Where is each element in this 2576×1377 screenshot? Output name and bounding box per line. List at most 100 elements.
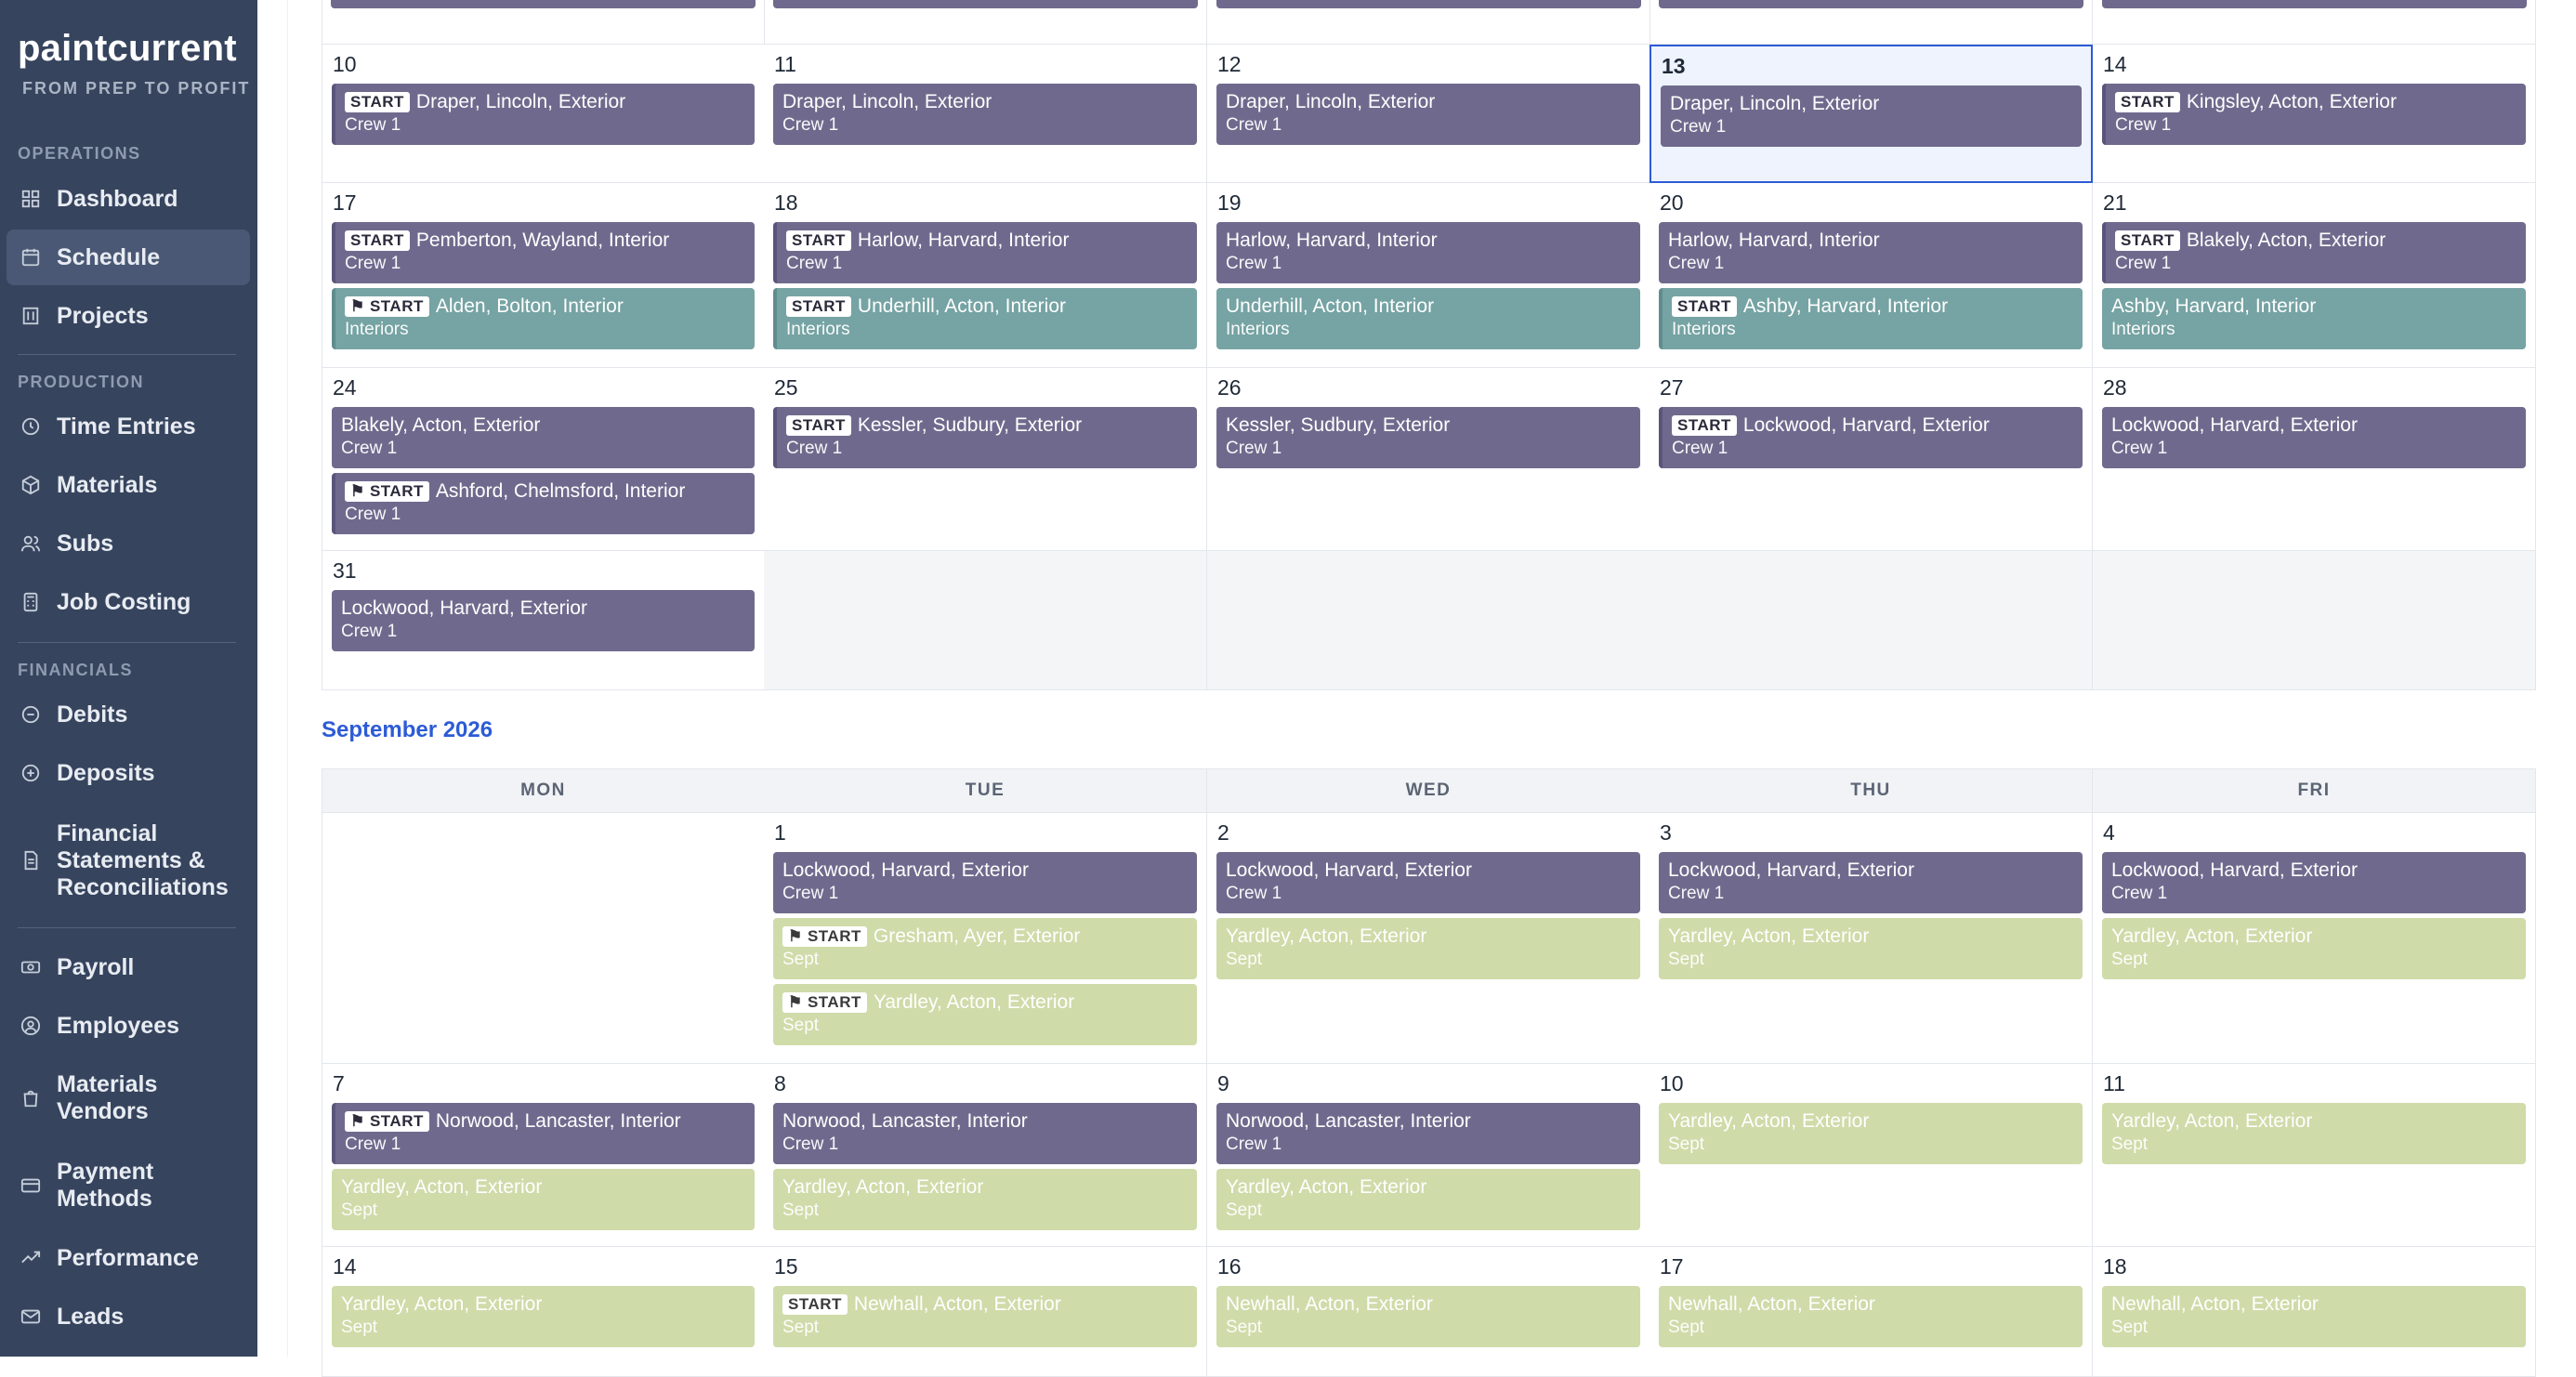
calendar-day[interactable]: 11 Draper, Lincoln, Exterior Crew 1 bbox=[764, 45, 1207, 183]
calendar-event[interactable]: Yardley, Acton, Exterior Sept bbox=[332, 1169, 755, 1230]
calendar-event[interactable]: Yardley, Acton, Exterior Sept bbox=[1216, 1169, 1640, 1230]
calendar-day[interactable]: 27 START Lockwood, Harvard, Exterior Crew 1 bbox=[1649, 368, 2093, 551]
calendar-event[interactable]: Ashby, Harvard, Interior Interiors bbox=[2102, 288, 2526, 349]
calendar-day[interactable]: 24 Blakely, Acton, Exterior Crew 1 ⚑ START A… bbox=[322, 368, 765, 551]
calendar-icon bbox=[20, 246, 42, 269]
calendar-event[interactable]: Draper, Lincoln, Exterior Crew 1 bbox=[1216, 84, 1640, 145]
calendar-day[interactable]: 20 Harlow, Harvard, Interior Crew 1 START As… bbox=[1649, 183, 2093, 368]
event-crew: Sept bbox=[341, 1318, 378, 1337]
sidebar-item-debits[interactable]: Debits bbox=[7, 700, 250, 729]
calendar-day[interactable] bbox=[322, 813, 765, 1064]
calendar-day[interactable]: 19 Harlow, Harvard, Interior Crew 1 Underhi… bbox=[1207, 183, 1650, 368]
calendar-event[interactable]: Yardley, Acton, Exterior Sept bbox=[1659, 1103, 2083, 1164]
calendar-day[interactable]: 14 START Kingsley, Acton, Exterior Crew 1 bbox=[2093, 45, 2536, 183]
calendar-event[interactable]: START Underhill, Acton, Interior Interiors bbox=[773, 288, 1197, 349]
day-number: 18 bbox=[774, 190, 798, 215]
calendar-event[interactable]: START Lockwood, Harvard, Exterior Crew 1 bbox=[1659, 407, 2083, 468]
calendar-event[interactable]: START Pemberton, Wayland, Interior Crew 1 bbox=[332, 222, 755, 283]
calendar-event[interactable]: START Harlow, Harvard, Interior Crew 1 bbox=[773, 222, 1197, 283]
event-title-row: Yardley, Acton, Exterior bbox=[2111, 925, 2517, 949]
calendar-event[interactable]: Newhall, Acton, Exterior Sept bbox=[1216, 1286, 1640, 1347]
calendar-day[interactable]: 17 START Pemberton, Wayland, Interior Crew … bbox=[322, 183, 765, 368]
start-badge: START bbox=[786, 415, 851, 436]
calendar-event[interactable]: START Kingsley, Acton, Exterior Crew 1 bbox=[2102, 84, 2526, 145]
calendar-event[interactable]: Yardley, Acton, Exterior Sept bbox=[2102, 1103, 2526, 1164]
calendar-event[interactable]: Yardley, Acton, Exterior Sept bbox=[1216, 918, 1640, 979]
calendar-event[interactable]: START Newhall, Acton, Exterior Sept bbox=[773, 1286, 1197, 1347]
sidebar-item-subs[interactable]: Subs bbox=[7, 529, 250, 558]
calendar-event[interactable]: Blakely, Acton, Exterior Crew 1 bbox=[332, 407, 755, 468]
calendar-event[interactable]: Yardley, Acton, Exterior Sept bbox=[332, 1286, 755, 1347]
calendar-day[interactable]: 3 Lockwood, Harvard, Exterior Crew 1 Yardle… bbox=[1649, 813, 2093, 1064]
calendar-day[interactable]: 2 Lockwood, Harvard, Exterior Crew 1 Yardle… bbox=[1207, 813, 1650, 1064]
calendar-event[interactable]: Newhall, Acton, Exterior Sept bbox=[2102, 1286, 2526, 1347]
calendar-event[interactable]: Draper, Lincoln, Exterior Crew 1 bbox=[773, 84, 1197, 145]
calendar-day[interactable]: 7 ⚑ START Norwood, Lancaster, Interior Crew… bbox=[322, 1064, 765, 1247]
event-title: Draper, Lincoln, Exterior bbox=[782, 91, 992, 112]
calendar-event[interactable]: START Draper, Lincoln, Exterior Crew 1 bbox=[332, 84, 755, 145]
calendar-event[interactable]: Underhill, Acton, Interior Interiors bbox=[1216, 288, 1640, 349]
calendar-day[interactable]: 28 Lockwood, Harvard, Exterior Crew 1 bbox=[2093, 368, 2536, 551]
calendar-day[interactable]: 21 START Blakely, Acton, Exterior Crew 1 Ash… bbox=[2093, 183, 2536, 368]
calendar-event[interactable]: Newhall, Acton, Exterior Sept bbox=[1659, 1286, 2083, 1347]
sidebar-item-dashboard[interactable]: Dashboard bbox=[7, 184, 250, 214]
calendar-event[interactable]: Norwood, Lancaster, Interior Crew 1 bbox=[773, 1103, 1197, 1164]
calendar-day[interactable]: 18 START Harlow, Harvard, Interior Crew 1 ST… bbox=[764, 183, 1207, 368]
calendar-event[interactable]: ⚑ START Gresham, Ayer, Exterior Sept bbox=[773, 918, 1197, 979]
calendar-day[interactable]: 1 Lockwood, Harvard, Exterior Crew 1 ⚑ STAR… bbox=[764, 813, 1207, 1064]
sidebar-item-financial-statements[interactable]: Financial Statements & Reconciliations bbox=[7, 819, 250, 902]
calendar-event[interactable]: Yardley, Acton, Exterior Sept bbox=[2102, 918, 2526, 979]
calendar-day[interactable]: 17 Newhall, Acton, Exterior Sept bbox=[1649, 1247, 2093, 1377]
calendar-event[interactable]: START Blakely, Acton, Exterior Crew 1 bbox=[2102, 222, 2526, 283]
calendar-event[interactable]: Lockwood, Harvard, Exterior Crew 1 bbox=[1216, 852, 1640, 913]
calendar-day[interactable]: 12 Draper, Lincoln, Exterior Crew 1 bbox=[1207, 45, 1650, 183]
calendar-event[interactable]: Yardley, Acton, Exterior Sept bbox=[773, 1169, 1197, 1230]
calendar-event[interactable]: Lockwood, Harvard, Exterior Crew 1 bbox=[2102, 852, 2526, 913]
calendar-event[interactable]: Lockwood, Harvard, Exterior Crew 1 bbox=[1659, 852, 2083, 913]
calendar-day[interactable]: 4 Lockwood, Harvard, Exterior Crew 1 Yardle… bbox=[2093, 813, 2536, 1064]
sidebar-item-employees[interactable]: Employees bbox=[7, 1011, 250, 1041]
calendar-day[interactable]: 25 START Kessler, Sudbury, Exterior Crew 1 bbox=[764, 368, 1207, 551]
calendar-day[interactable]: 18 Newhall, Acton, Exterior Sept bbox=[2093, 1247, 2536, 1377]
calendar-event[interactable]: ⚑ START Norwood, Lancaster, Interior Crew … bbox=[332, 1103, 755, 1164]
calendar-day[interactable]: 31 Lockwood, Harvard, Exterior Crew 1 bbox=[322, 551, 765, 690]
sidebar-item-payment-methods[interactable]: Payment Methods bbox=[7, 1157, 250, 1214]
calendar-event[interactable]: ⚑ START Yardley, Acton, Exterior Sept bbox=[773, 984, 1197, 1045]
sidebar-item-performance[interactable]: Performance bbox=[7, 1243, 250, 1273]
calendar-day[interactable]: 8 Norwood, Lancaster, Interior Crew 1 Yardl… bbox=[764, 1064, 1207, 1247]
calendar-event[interactable]: Harlow, Harvard, Interior Crew 1 bbox=[1216, 222, 1640, 283]
calendar-event[interactable]: Yardley, Acton, Exterior Sept bbox=[1659, 918, 2083, 979]
calendar-event[interactable]: Lockwood, Harvard, Exterior Crew 1 bbox=[2102, 407, 2526, 468]
calendar-event[interactable]: START Kessler, Sudbury, Exterior Crew 1 bbox=[773, 407, 1197, 468]
calendar-day-today[interactable]: 13 Draper, Lincoln, Exterior Crew 1 bbox=[1649, 45, 2093, 183]
sidebar-item-deposits[interactable]: Deposits bbox=[7, 758, 250, 788]
calendar-event[interactable]: ⚑ START Alden, Bolton, Interior Interiors bbox=[332, 288, 755, 349]
calendar-event[interactable]: Draper, Lincoln, Exterior Crew 1 bbox=[1661, 85, 2082, 147]
sidebar-item-job-costing[interactable]: Job Costing bbox=[7, 587, 250, 617]
sidebar-item-time-entries[interactable]: Time Entries bbox=[7, 412, 250, 441]
sidebar-item-materials[interactable]: Materials bbox=[7, 470, 250, 500]
calendar-day[interactable]: 26 Kessler, Sudbury, Exterior Crew 1 bbox=[1207, 368, 1650, 551]
sidebar-divider bbox=[18, 354, 236, 355]
calendar-day[interactable]: 15 START Newhall, Acton, Exterior Sept bbox=[764, 1247, 1207, 1377]
calendar-event[interactable]: Kessler, Sudbury, Exterior Crew 1 bbox=[1216, 407, 1640, 468]
calendar-day[interactable]: 14 Yardley, Acton, Exterior Sept bbox=[322, 1247, 765, 1377]
sidebar-item-leads[interactable]: Leads bbox=[7, 1302, 250, 1331]
calendar-day[interactable]: 9 Norwood, Lancaster, Interior Crew 1 Yardl… bbox=[1207, 1064, 1650, 1247]
calendar-day[interactable]: 16 Newhall, Acton, Exterior Sept bbox=[1207, 1247, 1650, 1377]
calendar-event[interactable]: Lockwood, Harvard, Exterior Crew 1 bbox=[332, 590, 755, 651]
calendar-event[interactable]: ⚑ START Ashford, Chelmsford, Interior Crew… bbox=[332, 473, 755, 534]
sidebar-item-materials-vendors[interactable]: Materials Vendors bbox=[7, 1069, 250, 1127]
event-crew: Crew 1 bbox=[345, 115, 401, 135]
calendar-event[interactable]: Lockwood, Harvard, Exterior Crew 1 bbox=[773, 852, 1197, 913]
sidebar-item-schedule[interactable]: Schedule bbox=[7, 230, 250, 285]
sidebar-item-payroll[interactable]: Payroll bbox=[7, 952, 250, 982]
calendar-day[interactable]: 10 Yardley, Acton, Exterior Sept bbox=[1649, 1064, 2093, 1247]
calendar-day[interactable]: 10 START Draper, Lincoln, Exterior Crew 1 bbox=[322, 45, 765, 183]
sidebar-item-projects[interactable]: Projects bbox=[7, 301, 250, 331]
calendar-event[interactable]: Harlow, Harvard, Interior Crew 1 bbox=[1659, 222, 2083, 283]
calendar-day[interactable]: 11 Yardley, Acton, Exterior Sept bbox=[2093, 1064, 2536, 1247]
brand-logo[interactable]: paintcurrent bbox=[18, 28, 237, 70]
calendar-event[interactable]: START Ashby, Harvard, Interior Interiors bbox=[1659, 288, 2083, 349]
calendar-event[interactable]: Norwood, Lancaster, Interior Crew 1 bbox=[1216, 1103, 1640, 1164]
